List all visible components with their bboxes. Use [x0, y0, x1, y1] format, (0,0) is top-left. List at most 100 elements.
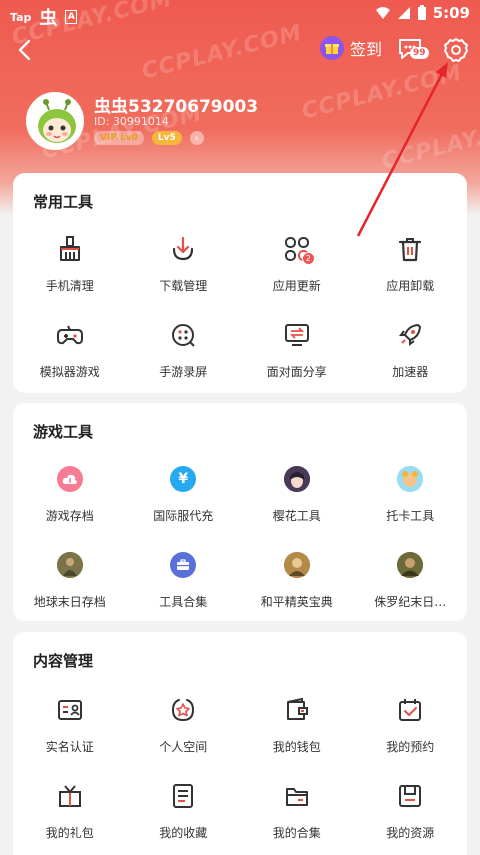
vip-badge[interactable]: VIP Lv0 — [94, 131, 144, 145]
avatar[interactable] — [26, 92, 84, 150]
checkin-button[interactable]: 签到 — [320, 36, 382, 60]
tool-app-update[interactable]: 2 应用更新 — [240, 225, 354, 311]
app-update-icon: 2 — [281, 233, 315, 265]
tool-emulator-games[interactable]: 模拟器游戏 — [13, 311, 127, 397]
status-time: 5:09 — [432, 4, 470, 22]
content-management-grid: 实名认证 个人空间 我的钱包 我的预约 我的礼包 我的收藏 我的合集 我的资源 — [13, 686, 467, 855]
gift-box-icon — [54, 780, 86, 812]
tool-label: 侏罗纪末日… — [374, 595, 447, 609]
rocket-icon — [394, 319, 426, 351]
menu-personal-space[interactable]: 个人空间 — [127, 686, 241, 772]
menu-label: 我的钱包 — [272, 740, 321, 754]
share-screen-icon — [281, 319, 313, 351]
tool-label: 模拟器游戏 — [39, 365, 100, 379]
menu-label: 我的礼包 — [45, 826, 94, 840]
menu-my-gifts[interactable]: 我的礼包 — [13, 772, 127, 855]
tool-last-day-on-earth[interactable]: 地球末日存档 — [13, 541, 127, 627]
tool-intl-topup[interactable]: ¥ 国际服代充 — [127, 455, 241, 541]
tool-label: 面对面分享 — [266, 365, 327, 379]
menu-label: 我的预约 — [386, 740, 435, 754]
download-icon — [167, 233, 199, 265]
tool-app-uninstall[interactable]: 应用卸载 — [354, 225, 468, 311]
menu-my-collections[interactable]: 我的合集 — [240, 772, 354, 855]
status-a-icon: A — [65, 10, 78, 24]
trash-icon — [394, 233, 426, 265]
menu-my-favorites[interactable]: 我的收藏 — [127, 772, 241, 855]
badge-row: VIP Lv0 Lv5 › — [94, 131, 204, 145]
broom-icon — [54, 233, 86, 265]
menu-my-reservations[interactable]: 我的预约 — [354, 686, 468, 772]
calendar-check-icon — [394, 694, 426, 726]
tool-face-to-face-share[interactable]: 面对面分享 — [240, 311, 354, 397]
tool-label: 工具合集 — [159, 595, 208, 609]
soldier-avatar — [56, 552, 83, 578]
tool-jurassic-survival[interactable]: 侏罗纪末日… — [354, 541, 468, 627]
battery-icon — [417, 5, 426, 20]
tool-toca[interactable]: 托卡工具 — [354, 455, 468, 541]
elite-avatar — [283, 552, 310, 578]
tool-label: 应用更新 — [272, 279, 321, 293]
game-tools-card: 游戏工具 游戏存档 ¥ 国际服代充 樱花工具 托卡工具 地球末日存档 工具合集 … — [13, 403, 467, 621]
toca-avatar — [397, 466, 424, 492]
watermark: CCPLAY.COM — [139, 20, 305, 85]
status-app-icon: 虫 — [39, 8, 58, 29]
common-tools-card: 常用工具 手机清理 下载管理 2 应用更新 应用卸载 模拟器游戏 手游录屏 面对… — [13, 173, 467, 393]
tool-accelerator[interactable]: 加速器 — [354, 311, 468, 397]
gamepad-icon — [54, 319, 86, 351]
section-title: 内容管理 — [33, 652, 94, 670]
watermark: CCPLAY.COM — [299, 60, 465, 125]
wifi-icon — [375, 7, 390, 19]
storage-icon — [394, 780, 426, 812]
tool-label: 加速器 — [392, 365, 429, 379]
tool-peace-elite-guide[interactable]: 和平精英宝典 — [240, 541, 354, 627]
tool-label: 手游录屏 — [159, 365, 208, 379]
message-count-badge: 99 — [410, 47, 429, 59]
tool-collection[interactable]: 工具合集 — [127, 541, 241, 627]
chevron-right-icon[interactable]: › — [189, 131, 204, 145]
content-management-card: 内容管理 实名认证 个人空间 我的钱包 我的预约 我的礼包 我的收藏 我的合集 … — [13, 632, 467, 855]
username: 虫虫53270679003 — [94, 97, 259, 117]
dino-avatar — [397, 552, 424, 578]
folder-icon — [281, 780, 313, 812]
tool-game-save[interactable]: 游戏存档 — [13, 455, 127, 541]
settings-gear-icon[interactable] — [442, 36, 470, 64]
toolbox-icon — [170, 552, 197, 578]
update-count-badge: 2 — [301, 252, 315, 265]
menu-real-name-verification[interactable]: 实名认证 — [13, 686, 127, 772]
menu-label: 我的资源 — [386, 826, 435, 840]
common-tools-grid: 手机清理 下载管理 2 应用更新 应用卸载 模拟器游戏 手游录屏 面对面分享 加… — [13, 225, 467, 397]
tool-label: 和平精英宝典 — [260, 595, 333, 609]
back-arrow-icon[interactable] — [14, 38, 38, 62]
tool-screen-record[interactable]: 手游录屏 — [127, 311, 241, 397]
tool-phone-cleanup[interactable]: 手机清理 — [13, 225, 127, 311]
menu-label: 实名认证 — [45, 740, 94, 754]
tool-label: 国际服代充 — [153, 509, 214, 523]
menu-label: 我的收藏 — [159, 826, 208, 840]
signal-icon — [397, 7, 410, 19]
game-tools-grid: 游戏存档 ¥ 国际服代充 樱花工具 托卡工具 地球末日存档 工具合集 和平精英宝… — [13, 455, 467, 627]
tool-label: 托卡工具 — [386, 509, 435, 523]
status-app-label: Tap — [10, 10, 32, 24]
menu-label: 我的合集 — [272, 826, 321, 840]
menu-my-wallet[interactable]: 我的钱包 — [240, 686, 354, 772]
yen-icon: ¥ — [170, 466, 197, 492]
gift-icon — [320, 36, 344, 60]
screen-record-icon — [167, 319, 199, 351]
wallet-icon — [281, 694, 313, 726]
section-title: 游戏工具 — [33, 423, 94, 441]
star-badge-icon — [167, 694, 199, 726]
level-badge[interactable]: Lv5 — [151, 131, 182, 145]
menu-label: 个人空间 — [159, 740, 208, 754]
checkin-label: 签到 — [350, 40, 383, 59]
tool-download-manager[interactable]: 下载管理 — [127, 225, 241, 311]
collection-icon — [167, 780, 199, 812]
menu-my-resources[interactable]: 我的资源 — [354, 772, 468, 855]
status-bar: Tap 虫 A 5:09 — [0, 0, 480, 29]
tool-label: 下载管理 — [159, 279, 208, 293]
tool-label: 地球末日存档 — [33, 595, 106, 609]
id-card-icon — [54, 694, 86, 726]
section-title: 常用工具 — [33, 193, 94, 211]
tool-label: 应用卸载 — [386, 279, 435, 293]
tool-label: 樱花工具 — [272, 509, 321, 523]
tool-sakura[interactable]: 樱花工具 — [240, 455, 354, 541]
